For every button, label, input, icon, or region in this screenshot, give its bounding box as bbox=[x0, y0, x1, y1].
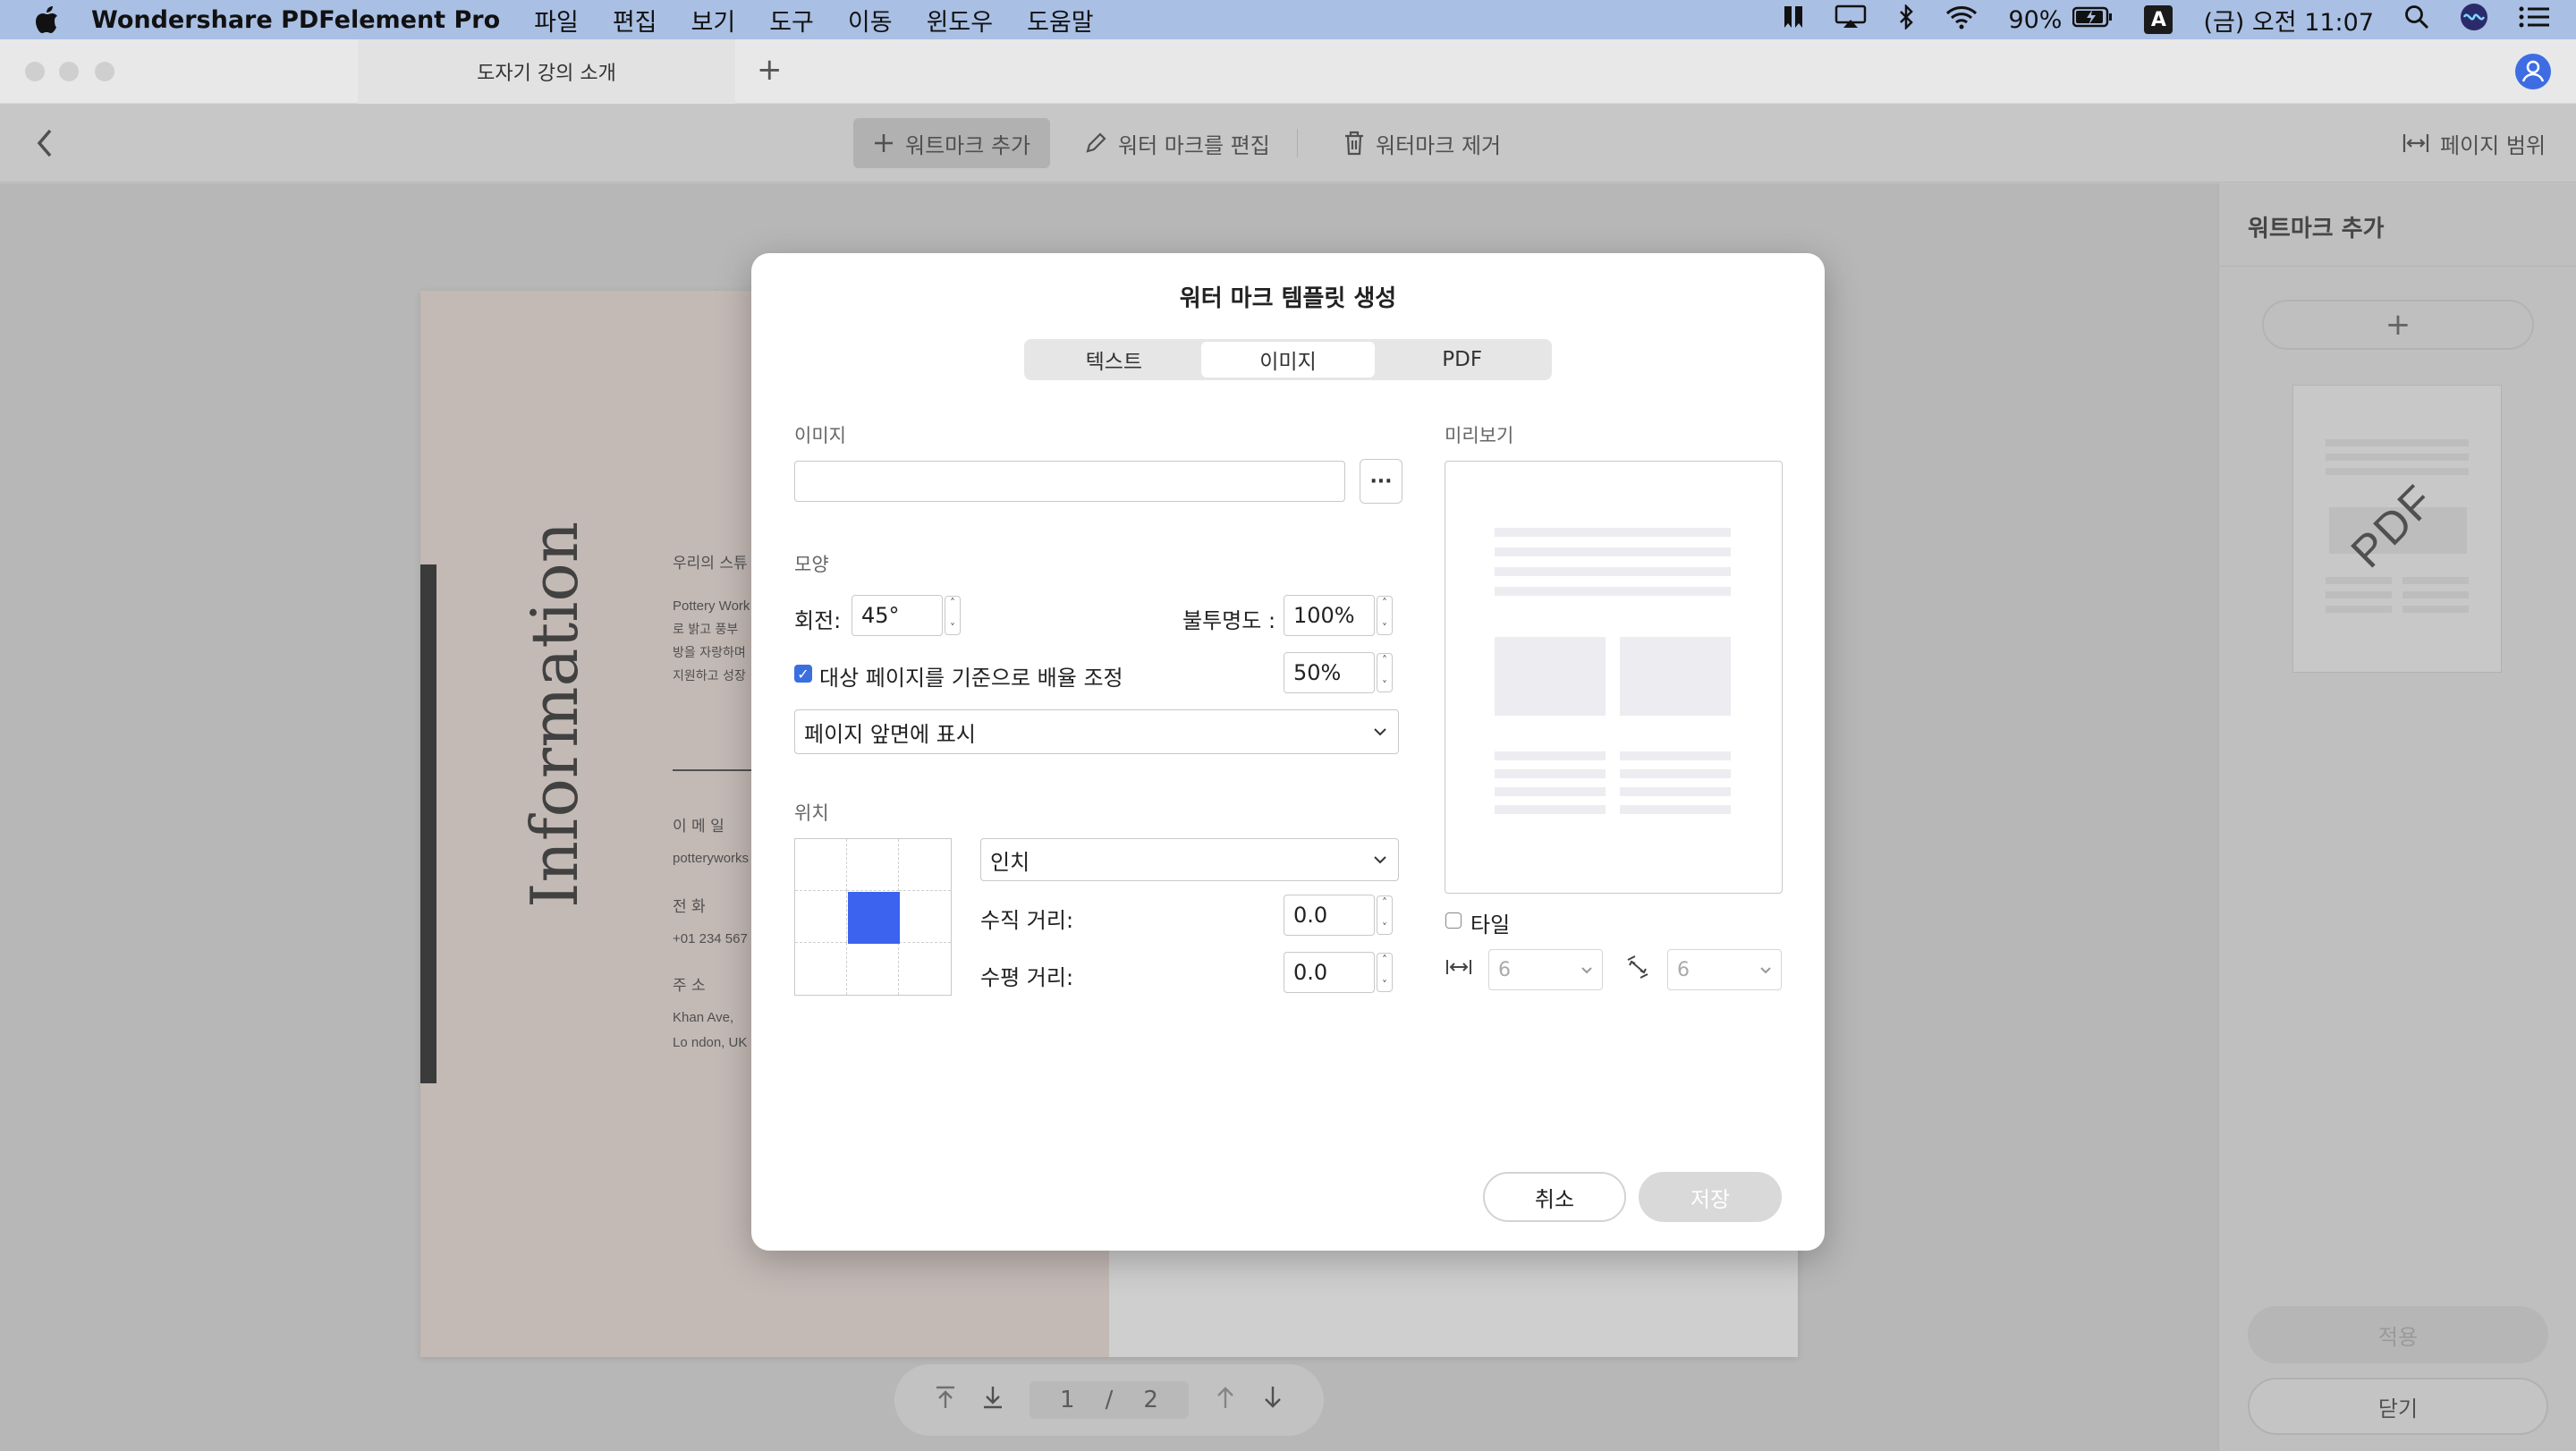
chevron-up-icon: ˄ bbox=[1382, 954, 1387, 966]
document-tab[interactable]: 도자기 강의 소개 bbox=[358, 39, 735, 104]
save-button[interactable]: 저장 bbox=[1639, 1172, 1782, 1222]
rotation-input[interactable]: 45° bbox=[852, 595, 943, 636]
unit-select-value: 인치 bbox=[990, 849, 1030, 875]
user-avatar[interactable] bbox=[2515, 54, 2551, 89]
user-icon bbox=[2521, 60, 2545, 82]
horizontal-distance-input[interactable]: 0.0 bbox=[1284, 952, 1375, 993]
menu-file[interactable]: 파일 bbox=[534, 3, 579, 38]
watermark-type-tabs: 텍스트 이미지 PDF bbox=[1024, 339, 1552, 380]
window-minimize-button[interactable] bbox=[59, 62, 79, 81]
position-cell[interactable] bbox=[847, 839, 899, 891]
tab-pdf[interactable]: PDF bbox=[1375, 342, 1549, 378]
tab-image[interactable]: 이미지 bbox=[1200, 342, 1376, 378]
chevron-down-icon bbox=[1374, 856, 1386, 864]
browse-image-button[interactable]: ··· bbox=[1360, 459, 1402, 504]
position-cell[interactable] bbox=[795, 839, 847, 891]
dialog-title: 워터 마크 템플릿 생성 bbox=[1179, 285, 1397, 312]
chevron-down-icon bbox=[1581, 966, 1592, 973]
control-center-icon[interactable] bbox=[2519, 5, 2549, 35]
image-section-label: 이미지 bbox=[794, 425, 846, 446]
menu-go[interactable]: 이동 bbox=[848, 3, 893, 38]
menu-edit[interactable]: 편집 bbox=[613, 3, 657, 38]
opacity-stepper[interactable]: ˄ ˅ bbox=[1377, 596, 1393, 635]
status-area: 90% A (금) 오전 11:07 bbox=[1783, 0, 2549, 39]
menu-window[interactable]: 윈도우 bbox=[927, 3, 994, 38]
position-section-label: 위치 bbox=[794, 802, 829, 824]
scale-checkbox-label: 대상 페이지를 기준으로 배율 조정 bbox=[819, 666, 1123, 691]
tile-horizontal-select[interactable]: 6 bbox=[1488, 949, 1603, 990]
scale-stepper[interactable]: ˄ ˅ bbox=[1377, 653, 1393, 692]
preview-section-label: 미리보기 bbox=[1445, 425, 1514, 446]
tile-label: 타일 bbox=[1470, 912, 1511, 938]
document-tab-title: 도자기 강의 소개 bbox=[477, 63, 616, 85]
vertical-distance-label: 수직 거리: bbox=[980, 908, 1074, 933]
window-titlebar: 도자기 강의 소개 + bbox=[0, 39, 2576, 104]
chevron-down-icon bbox=[1374, 728, 1386, 736]
rotation-label: 회전: bbox=[794, 608, 842, 633]
chevron-up-icon: ˄ bbox=[1382, 896, 1387, 909]
chevron-down-icon: ˅ bbox=[1382, 679, 1387, 692]
chevron-down-icon: ˅ bbox=[950, 622, 955, 634]
tile-vertical-select[interactable]: 6 bbox=[1667, 949, 1782, 990]
apple-icon[interactable] bbox=[36, 6, 59, 33]
chevron-up-icon: ˄ bbox=[1382, 654, 1387, 666]
bookmark-icon[interactable] bbox=[1783, 4, 1804, 36]
tab-text[interactable]: 텍스트 bbox=[1027, 342, 1201, 378]
bluetooth-icon[interactable] bbox=[1897, 3, 1915, 36]
vertical-distance-stepper[interactable]: ˄ ˅ bbox=[1377, 895, 1393, 935]
tile-vertical-value: 6 bbox=[1677, 958, 1690, 981]
horizontal-distance-label: 수평 거리: bbox=[980, 965, 1074, 990]
tile-checkbox[interactable] bbox=[1445, 912, 1462, 929]
opacity-input[interactable]: 100% bbox=[1284, 595, 1375, 636]
airplay-icon[interactable] bbox=[1835, 4, 1867, 36]
menubar: Wondershare PDFelement Pro 파일 편집 보기 도구 이… bbox=[0, 0, 2576, 39]
watermark-preview bbox=[1445, 461, 1783, 894]
tile-vertical-icon bbox=[1624, 955, 1651, 983]
opacity-label: 불투명도 : bbox=[1182, 608, 1276, 633]
watermark-template-dialog: 워터 마크 템플릿 생성 텍스트 이미지 PDF 이미지 ··· 모양 회전: … bbox=[751, 253, 1825, 1251]
position-cell[interactable] bbox=[899, 839, 951, 891]
position-cell[interactable] bbox=[847, 943, 899, 995]
menubar-clock[interactable]: (금) 오전 11:07 bbox=[2203, 3, 2374, 38]
position-cell[interactable] bbox=[899, 943, 951, 995]
position-cell[interactable] bbox=[795, 891, 847, 943]
tile-horizontal-value: 6 bbox=[1498, 958, 1511, 981]
menu-tools[interactable]: 도구 bbox=[769, 3, 814, 38]
position-cell[interactable] bbox=[795, 943, 847, 995]
cancel-button[interactable]: 취소 bbox=[1483, 1172, 1626, 1222]
siri-icon[interactable] bbox=[2460, 3, 2488, 38]
vertical-distance-input[interactable]: 0.0 bbox=[1284, 895, 1375, 936]
chevron-down-icon: ˅ bbox=[1382, 979, 1387, 991]
chevron-up-icon: ˄ bbox=[950, 597, 955, 609]
window-zoom-button[interactable] bbox=[95, 62, 114, 81]
chevron-up-icon: ˄ bbox=[1382, 597, 1387, 609]
wifi-icon[interactable] bbox=[1945, 4, 1978, 36]
position-cell[interactable] bbox=[899, 891, 951, 943]
menu-help[interactable]: 도움말 bbox=[1027, 3, 1094, 38]
unit-select[interactable]: 인치 bbox=[980, 838, 1399, 881]
scale-input[interactable]: 50% bbox=[1284, 652, 1375, 693]
shape-section-label: 모양 bbox=[794, 554, 829, 575]
battery-icon[interactable] bbox=[2072, 6, 2114, 34]
chevron-down-icon: ˅ bbox=[1382, 921, 1387, 934]
window-close-button[interactable] bbox=[25, 62, 45, 81]
input-source-icon[interactable]: A bbox=[2144, 5, 2174, 34]
app-name-menu[interactable]: Wondershare PDFelement Pro bbox=[91, 6, 500, 34]
horizontal-distance-stepper[interactable]: ˄ ˅ bbox=[1377, 953, 1393, 992]
layer-select[interactable]: 페이지 앞면에 표시 bbox=[794, 709, 1399, 754]
scale-checkbox[interactable]: ✓ bbox=[794, 665, 812, 683]
layer-select-value: 페이지 앞면에 표시 bbox=[804, 721, 976, 747]
chevron-down-icon bbox=[1760, 966, 1771, 973]
position-cell-selected[interactable] bbox=[848, 892, 900, 944]
image-path-input[interactable] bbox=[794, 461, 1345, 502]
position-grid[interactable] bbox=[794, 838, 952, 996]
tile-horizontal-icon bbox=[1445, 958, 1472, 980]
menu-view[interactable]: 보기 bbox=[691, 3, 736, 38]
new-tab-button[interactable]: + bbox=[757, 52, 783, 88]
chevron-down-icon: ˅ bbox=[1382, 622, 1387, 634]
rotation-stepper[interactable]: ˄ ˅ bbox=[945, 596, 961, 635]
battery-percent: 90% bbox=[2008, 5, 2063, 34]
spotlight-search-icon[interactable] bbox=[2404, 4, 2429, 36]
